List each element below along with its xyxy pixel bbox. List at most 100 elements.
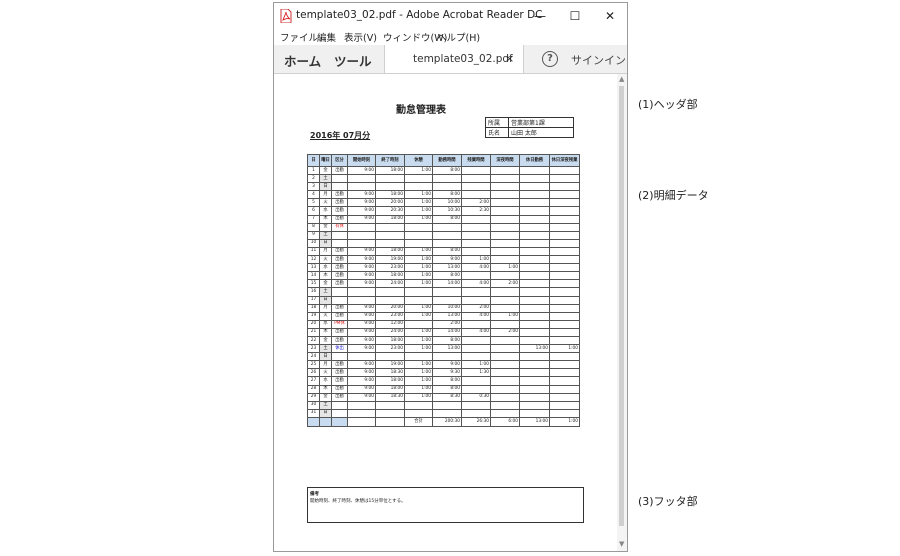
- table-cell: 1:00: [404, 279, 433, 289]
- table-cell: 1:00: [404, 246, 433, 257]
- table-cell: [490, 360, 520, 370]
- table-cell: 23:00: [375, 311, 405, 321]
- maximize-button[interactable]: ☐: [564, 6, 586, 26]
- table-cell: 9:00: [347, 165, 376, 176]
- table-cell: [490, 400, 520, 410]
- table-cell: 8:00: [432, 271, 462, 281]
- table-cell: 日: [319, 295, 332, 305]
- table-cell: 18:00: [375, 190, 405, 200]
- table-cell: [490, 222, 520, 232]
- table-cell: [461, 287, 491, 297]
- table-cell: 1:00: [404, 214, 433, 224]
- scroll-up-icon[interactable]: ▲: [619, 75, 624, 83]
- table-cell: 1:00: [461, 255, 491, 265]
- table-cell: [375, 352, 405, 362]
- table-cell: 9:00: [347, 206, 376, 216]
- table-cell: [375, 182, 405, 192]
- table-cell: 土: [319, 174, 332, 184]
- table-cell: [490, 255, 520, 265]
- table-cell: [461, 335, 491, 346]
- totals-cell: 1:00: [549, 416, 580, 427]
- table-cell: [549, 246, 580, 257]
- scroll-down-icon[interactable]: ▼: [619, 540, 624, 548]
- table-row: 5 火出勤 9:00 20:00 1:00 10:00 2:00: [307, 198, 580, 208]
- table-cell: [549, 319, 580, 329]
- table-cell: 9:00: [347, 392, 376, 402]
- home-tab[interactable]: ホーム: [284, 51, 321, 70]
- table-cell: 9: [307, 230, 320, 240]
- table-cell: 4:00: [461, 311, 491, 321]
- table-cell: [461, 400, 491, 410]
- table-cell: 5: [307, 198, 320, 208]
- menu-view[interactable]: 表示(V): [344, 30, 377, 44]
- menu-file[interactable]: ファイル: [280, 30, 318, 44]
- menu-edit[interactable]: 編集: [317, 30, 336, 44]
- table-cell: 27: [307, 376, 320, 386]
- help-icon[interactable]: ?: [542, 51, 558, 67]
- table-cell: 25: [307, 360, 320, 370]
- table-cell: [519, 384, 550, 394]
- document-tab[interactable]: template03_02.pdf ×: [384, 45, 524, 73]
- table-cell: 出勤: [331, 368, 348, 378]
- table-cell: 8:00: [432, 214, 462, 224]
- signin-button[interactable]: サインイン: [571, 52, 626, 68]
- table-cell: [549, 408, 580, 418]
- table-cell: 9:00: [432, 255, 462, 265]
- table-cell: 1:00: [404, 384, 433, 394]
- table-cell: [519, 206, 550, 216]
- table-cell: 10: [307, 238, 320, 248]
- menu-help[interactable]: ヘルプ(H): [437, 30, 480, 44]
- table-cell: 10:00: [432, 303, 462, 313]
- table-cell: 月: [319, 246, 332, 257]
- table-cell: 20:00: [375, 303, 405, 313]
- table-cell: 11: [307, 246, 320, 257]
- table-cell: [347, 352, 376, 362]
- table-row: 14 木出勤 9:00 18:00 1:00 8:00: [307, 271, 580, 281]
- table-cell: [519, 214, 550, 224]
- table-cell: 出勤: [331, 263, 348, 273]
- table-cell: 22: [307, 335, 320, 346]
- document-page: 勤怠管理表 所属 営業部第1課 氏名 山田 太郎 2016年 07月分 日曜日 区分開…: [274, 74, 617, 551]
- table-cell: 20:00: [375, 198, 405, 208]
- table-cell: 月: [319, 360, 332, 370]
- table-cell: 0:30: [461, 392, 491, 402]
- table-cell: 2: [307, 174, 320, 184]
- table-cell: 9:00: [347, 368, 376, 378]
- table-cell: [347, 174, 376, 184]
- column-header: 休日深夜残業: [549, 154, 580, 167]
- table-cell: [519, 408, 550, 418]
- table-cell: [432, 400, 462, 410]
- table-cell: [461, 352, 491, 362]
- table-cell: [519, 335, 550, 346]
- table-cell: [549, 182, 580, 192]
- table-cell: 21: [307, 327, 320, 337]
- close-button[interactable]: ✕: [599, 6, 621, 26]
- table-cell: [490, 190, 520, 200]
- table-cell: [490, 230, 520, 240]
- table-cell: [519, 246, 550, 257]
- table-cell: 出勤: [331, 271, 348, 281]
- table-cell: [461, 384, 491, 394]
- table-cell: [461, 222, 491, 232]
- table-cell: 9:00: [347, 190, 376, 200]
- scroll-thumb[interactable]: [619, 86, 624, 526]
- minimize-button[interactable]: —: [529, 6, 551, 26]
- table-row: 10 日: [307, 238, 580, 248]
- table-cell: [519, 287, 550, 297]
- table-row: 16 土: [307, 287, 580, 297]
- close-tab-icon[interactable]: ×: [505, 52, 514, 65]
- table-row: 31 日: [307, 408, 580, 418]
- table-cell: 9:00: [347, 271, 376, 281]
- toolbar: ホーム ツール template03_02.pdf × ? サインイン: [274, 45, 627, 74]
- vertical-scrollbar[interactable]: ▲ ▼: [617, 74, 627, 551]
- table-cell: [432, 174, 462, 184]
- column-header: 日: [307, 154, 320, 167]
- table-cell: [375, 408, 405, 418]
- menu-bar: ファイル 編集 表示(V) ウィンドウ(W) ヘルプ(H): [274, 29, 627, 45]
- table-cell: 18: [307, 303, 320, 313]
- remarks-title: 備考: [310, 492, 319, 497]
- tools-tab[interactable]: ツール: [334, 51, 372, 70]
- table-cell: 1:00: [404, 327, 433, 337]
- table-cell: [375, 295, 405, 305]
- table-cell: [404, 238, 433, 248]
